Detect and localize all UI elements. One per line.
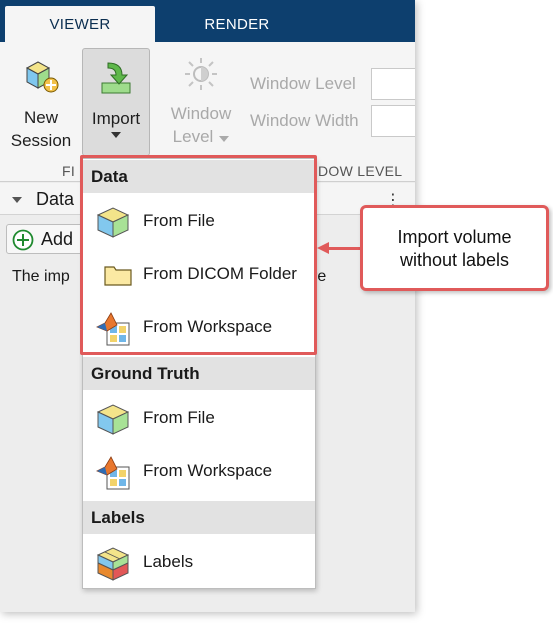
menu-item-ground-truth-from-workspace[interactable]: From Workspace xyxy=(83,447,315,497)
new-session-label-1: New xyxy=(23,108,58,127)
chevron-down-icon xyxy=(111,132,121,138)
window-level-button[interactable]: Window Level xyxy=(163,56,239,148)
panel-title: Data xyxy=(36,189,75,209)
panel-body-text: The imp xyxy=(12,268,70,285)
callout-box: Import volume without labels xyxy=(360,205,549,291)
highlight-box xyxy=(80,155,317,355)
new-session-icon xyxy=(4,56,78,102)
callout-arrow-icon xyxy=(317,242,329,254)
menu-item-labels[interactable]: Labels xyxy=(83,538,315,588)
new-session-button[interactable]: New Session xyxy=(4,56,78,152)
import-label: Import xyxy=(91,109,141,128)
new-session-label-2: Session xyxy=(10,131,72,150)
tab-render[interactable]: RENDER xyxy=(162,6,312,42)
workspace-icon xyxy=(95,455,133,496)
window-level-input[interactable] xyxy=(371,68,415,100)
window-width-input[interactable] xyxy=(371,105,415,137)
window-level-label-2: Level xyxy=(172,127,214,146)
callout-text-1: Import volume xyxy=(397,227,512,247)
collapse-icon[interactable] xyxy=(12,197,22,203)
import-icon xyxy=(83,57,149,103)
chevron-down-icon xyxy=(219,135,230,142)
labels-icon xyxy=(95,546,131,587)
menu-header-labels: Labels xyxy=(83,501,315,534)
add-icon xyxy=(12,229,34,259)
menu-item-ground-truth-from-file[interactable]: From File xyxy=(83,394,315,444)
callout-arrow-line xyxy=(327,247,360,250)
add-label: Add xyxy=(41,229,74,249)
tab-viewer[interactable]: VIEWER xyxy=(5,6,155,42)
tab-bar: VIEWER RENDER xyxy=(0,0,415,42)
menu-item-label: From File xyxy=(143,408,215,427)
window-level-field-label: Window Level xyxy=(250,74,356,93)
window-level-label-1: Window xyxy=(170,104,232,123)
section-label-file: FI xyxy=(62,163,76,179)
section-label-window-level: DOW LEVEL xyxy=(318,163,403,179)
menu-item-label: From Workspace xyxy=(143,461,273,480)
window-width-field-label: Window Width xyxy=(250,111,359,130)
import-button[interactable]: Import xyxy=(82,48,150,156)
menu-item-label: Labels xyxy=(143,552,194,571)
menu-header-ground-truth: Ground Truth xyxy=(83,357,315,390)
cube-icon xyxy=(95,402,131,441)
brightness-icon xyxy=(163,56,239,98)
callout-text-2: without labels xyxy=(399,250,510,270)
